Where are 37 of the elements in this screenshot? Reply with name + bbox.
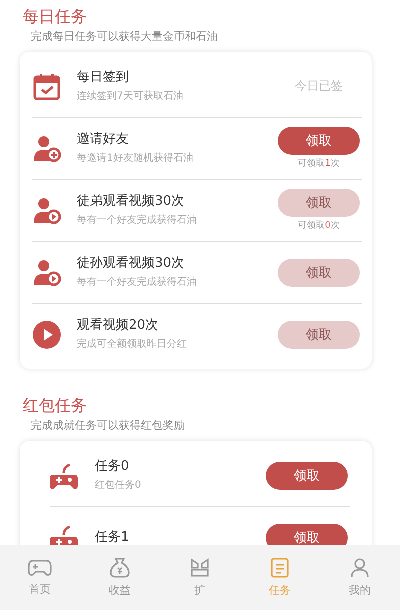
task-list-icon bbox=[269, 557, 291, 579]
add-user-icon bbox=[32, 134, 62, 164]
task-title: 任务0 bbox=[95, 458, 130, 476]
user-play-icon bbox=[32, 258, 62, 288]
task-description: 连续签到7天可获取石油 bbox=[77, 90, 184, 104]
claim-count: 可领取0次 bbox=[298, 220, 340, 232]
task-title: 观看视频20次 bbox=[77, 316, 160, 334]
gamepad-icon bbox=[28, 558, 52, 578]
tab[interactable]: 任务 bbox=[240, 545, 320, 610]
task-description: 红包任务0 bbox=[95, 478, 142, 492]
task-description: 每有一个好友完成获得石油 bbox=[77, 214, 198, 228]
task-title: 徒弟观看视频30次 bbox=[77, 192, 186, 210]
task-description: 每邀请1好友随机获得石油 bbox=[77, 152, 194, 166]
tab[interactable]: 我的 bbox=[320, 545, 400, 610]
task-title: 徒孙观看视频30次 bbox=[77, 254, 186, 272]
section-title: 每日任务 bbox=[22, 6, 88, 28]
claim-button[interactable]: 领取 bbox=[278, 127, 360, 155]
task-title: 邀请好友 bbox=[77, 130, 130, 148]
money-bag-icon bbox=[109, 557, 131, 579]
section-subtitle: 完成成就任务可以获得红包奖励 bbox=[30, 418, 186, 434]
user-play-icon bbox=[32, 196, 62, 226]
task-description: 每有一个好友完成获得石油 bbox=[77, 276, 198, 290]
task-title: 任务1 bbox=[95, 528, 130, 545]
task-description: 完成可全额领取昨日分红 bbox=[77, 338, 188, 352]
play-icon bbox=[32, 320, 62, 350]
calendar-icon bbox=[32, 72, 62, 102]
claim-button[interactable]: 领取 bbox=[266, 524, 348, 545]
user-icon bbox=[349, 557, 371, 579]
tab[interactable]: 扩 bbox=[160, 545, 240, 610]
task-title: 每日签到 bbox=[77, 68, 130, 86]
tab[interactable]: 首页 bbox=[0, 545, 80, 610]
section-subtitle: 完成每日任务可以获得大量金币和石油 bbox=[30, 29, 219, 45]
claim-count: 可领取1次 bbox=[298, 158, 340, 170]
section-title: 红包任务 bbox=[22, 395, 88, 417]
status-text: 今日已签 bbox=[295, 78, 343, 95]
claim-button[interactable]: 领取 bbox=[266, 462, 348, 490]
tab[interactable]: 收益 bbox=[80, 545, 160, 610]
